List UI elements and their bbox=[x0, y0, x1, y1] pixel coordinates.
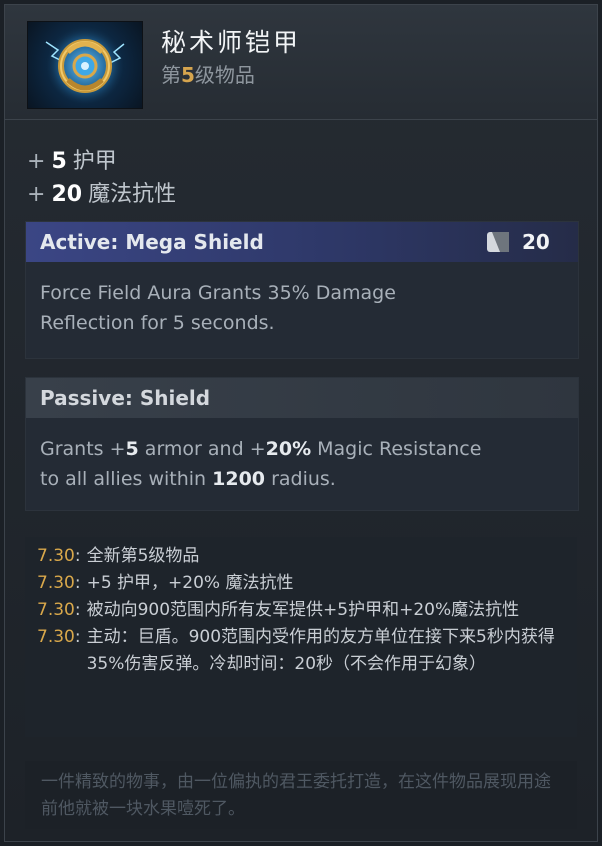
stat-plus: + bbox=[27, 182, 46, 207]
passive-radius-value: 1200 bbox=[212, 468, 266, 490]
active-desc-line-2: Reflection for 5 seconds. bbox=[40, 312, 275, 334]
note-colon: : bbox=[74, 627, 81, 647]
active-ability-title: Active: Mega Shield bbox=[40, 230, 264, 254]
patch-version: 7.30 bbox=[37, 600, 75, 620]
item-name: 秘术师铠甲 bbox=[161, 28, 302, 57]
item-tier-suffix: 级物品 bbox=[194, 63, 255, 87]
passive-ability-description: Grants +5 armor and +20% Magic Resistanc… bbox=[26, 418, 578, 494]
note-colon: : bbox=[74, 546, 81, 566]
patch-note: 7.30: 全新第5级物品 bbox=[37, 543, 577, 570]
passive-mr-value: 20% bbox=[265, 438, 312, 460]
active-ability-header: Active: Mega Shield 20 bbox=[26, 222, 578, 262]
item-tooltip: 秘术师铠甲 第5级物品 +5 护甲 +20 魔法抗性 Active: Mega Sh… bbox=[4, 4, 598, 842]
passive-text: radius. bbox=[265, 468, 336, 490]
passive-text: to all allies within bbox=[40, 468, 213, 490]
patch-note-text: 主动：巨盾。900范围内受作用的友方单位在接下来5秒内获得35%伤害反弹。冷却时… bbox=[86, 627, 555, 674]
passive-text: armor and + bbox=[138, 438, 266, 460]
passive-desc-line-2: to all allies within 1200 radius. bbox=[40, 464, 564, 494]
item-stats: +5 护甲 +20 魔法抗性 bbox=[27, 143, 176, 209]
item-tier-number: 5 bbox=[181, 63, 195, 87]
stat-value: 20 bbox=[51, 182, 83, 207]
stat-magic-resistance: +20 魔法抗性 bbox=[27, 176, 176, 209]
patch-version: 7.30 bbox=[37, 573, 75, 593]
stat-label: 魔法抗性 bbox=[88, 182, 177, 207]
passive-ability-header: Passive: Shield bbox=[26, 378, 578, 418]
item-lore: 一件精致的物事，由一位偏执的君王委托打造，在这件物品展现用途前他就被一块水果噎死… bbox=[25, 761, 577, 829]
active-ability-description: Force Field Aura Grants 35% Damage Refle… bbox=[26, 262, 578, 338]
patch-note-text: 全新第5级物品 bbox=[86, 546, 200, 566]
tooltip-header: 秘术师铠甲 第5级物品 bbox=[5, 5, 597, 120]
patch-version: 7.30 bbox=[37, 546, 75, 566]
passive-ability-title: Passive: Shield bbox=[40, 386, 211, 410]
patch-note: 7.30: 被动向900范围内所有友军提供+5护甲和+20%魔法抗性 bbox=[37, 597, 577, 624]
note-colon: : bbox=[74, 573, 81, 593]
patch-note-text: +5 护甲，+20% 魔法抗性 bbox=[86, 573, 294, 593]
passive-text: Grants + bbox=[40, 438, 126, 460]
patch-note-text: 被动向900范围内所有友军提供+5护甲和+20%魔法抗性 bbox=[86, 600, 520, 620]
patch-version: 7.30 bbox=[37, 627, 75, 647]
stat-value: 5 bbox=[51, 149, 67, 174]
cooldown-icon bbox=[487, 232, 509, 252]
patch-note: 7.30: +5 护甲，+20% 魔法抗性 bbox=[37, 570, 577, 597]
active-desc-line-1: Force Field Aura Grants 35% Damage bbox=[40, 282, 396, 304]
passive-text: Magic Resistance bbox=[311, 438, 482, 460]
passive-desc-line-1: Grants +5 armor and +20% Magic Resistanc… bbox=[40, 434, 564, 464]
patch-note: 7.30: 主动：巨盾。900范围内受作用的友方单位在接下来5秒内获得35%伤害反… bbox=[37, 624, 577, 678]
patch-notes: 7.30: 全新第5级物品 7.30: +5 护甲，+20% 魔法抗性 7.30: 被… bbox=[25, 537, 577, 737]
passive-ability: Passive: Shield Grants +5 armor and +20%… bbox=[25, 377, 579, 511]
cooldown-value: 20 bbox=[522, 230, 550, 254]
item-tier: 第5级物品 bbox=[161, 59, 255, 88]
stat-armor: +5 护甲 bbox=[27, 143, 176, 176]
item-tier-prefix: 第 bbox=[161, 63, 181, 87]
mystic-armor-icon bbox=[27, 21, 143, 109]
passive-armor-value: 5 bbox=[125, 438, 139, 460]
note-colon: : bbox=[74, 600, 81, 620]
active-ability: Active: Mega Shield 20 Force Field Aura … bbox=[25, 221, 579, 359]
stat-label: 护甲 bbox=[72, 149, 117, 174]
stat-plus: + bbox=[27, 149, 46, 174]
